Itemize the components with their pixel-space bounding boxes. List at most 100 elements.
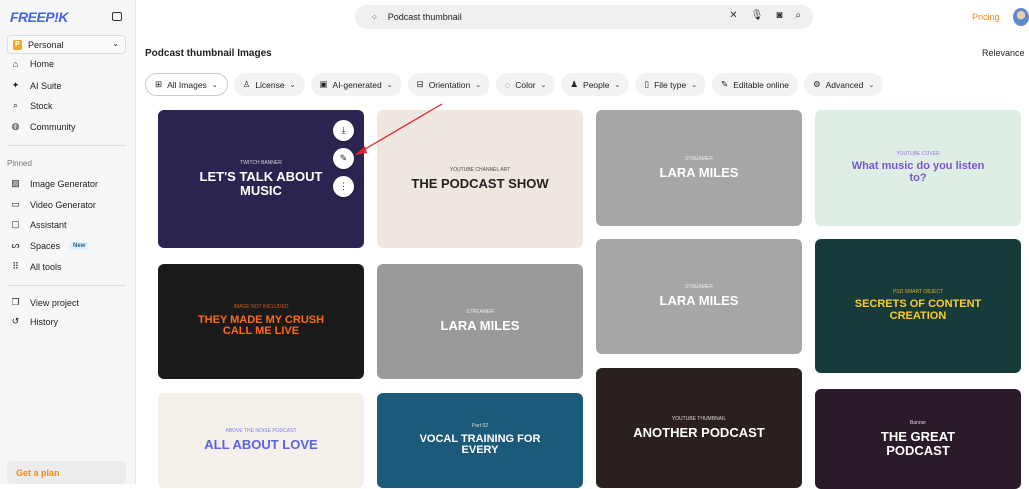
sidebar-item-history[interactable]: ↺ History <box>11 316 58 327</box>
more-options-icon[interactable]: ⋮ <box>333 176 354 197</box>
card-caption: TWITCH BANNER <box>240 159 282 166</box>
filter-color[interactable]: ◌ Color ⌄ <box>496 73 556 96</box>
sidebar: FREEP!K P Personal ⌄ ⌂ Home ✦ AI Suite ⌕ Stock ◍… <box>0 0 136 484</box>
sidebar-item-community[interactable]: ◍ Community <box>11 121 76 132</box>
image-card[interactable]: YOUTUBE THUMBNAIL ANOTHER PODCAST <box>596 368 802 488</box>
sidebar-item-view-project[interactable]: ❐ View project <box>11 297 79 308</box>
image-card[interactable]: Part 02 VOCAL TRAINING FOR EVERY <box>377 393 583 488</box>
filter-icon: ⊟ <box>416 79 424 89</box>
sidebar-item-label: View project <box>30 297 79 308</box>
new-badge: New <box>70 241 89 250</box>
filter-icon: ♙ <box>242 79 251 89</box>
divider <box>7 285 126 286</box>
filter-file-type[interactable]: ▯ File type ⌄ <box>635 73 707 96</box>
card-caption: STREAMER <box>685 284 713 291</box>
history-icon: ↺ <box>11 316 20 326</box>
sidebar-item-label: History <box>30 316 59 327</box>
microphone-icon[interactable]: 🎙 <box>751 10 764 21</box>
sidebar-item-all-tools[interactable]: ⠿ All tools <box>11 261 62 272</box>
card-caption: YOUTUBE CHANNEL ART <box>449 166 511 173</box>
filter-license[interactable]: ♙ License ⌄ <box>233 73 305 96</box>
card-caption: IMAGE NOT INCLUDED <box>233 304 289 311</box>
sidebar-item-video-generator[interactable]: ▭ Video Generator <box>11 199 96 210</box>
filter-label: Orientation <box>428 79 471 90</box>
sidebar-item-label: Assistant <box>30 219 67 230</box>
image-icon: ▨ <box>11 178 20 188</box>
pricing-link[interactable]: Pricing <box>972 12 1000 22</box>
filter-orientation[interactable]: ⊟ Orientation ⌄ <box>407 73 491 96</box>
globe-icon: ◍ <box>11 121 20 131</box>
sidebar-item-image-generator[interactable]: ▨ Image Generator <box>11 178 98 189</box>
image-card[interactable]: STREAMER LARA MILES <box>596 110 802 226</box>
sidebar-item-label: Spaces <box>30 240 61 251</box>
card-caption: YOUTUBE COVER <box>896 150 940 157</box>
collapse-sidebar-icon[interactable] <box>112 12 122 21</box>
project-icon: ❐ <box>11 297 20 307</box>
chat-icon: ▢ <box>11 219 20 229</box>
filter-label: Advanced <box>825 79 864 90</box>
image-search-mode-icon[interactable]: ⁘ <box>371 13 378 22</box>
chevron-down-icon: ⌄ <box>868 81 875 89</box>
filter-label: People <box>583 79 610 90</box>
download-icon[interactable]: ⤓ <box>333 120 354 141</box>
filter-icon: ⚙ <box>812 79 821 89</box>
card-headline: THE PODCAST SHOW <box>411 175 549 191</box>
chevron-down-icon: ⌄ <box>475 81 482 89</box>
image-card[interactable]: YOUTUBE CHANNEL ART THE PODCAST SHOW <box>377 110 583 248</box>
filter-all-images[interactable]: ⊞ All Images ⌄ <box>145 73 228 96</box>
image-card[interactable]: PSD SMART OBJECT SECRETS OF CONTENT CREAT… <box>815 239 1021 373</box>
filter-ai-generated[interactable]: ▣ AI-generated ⌄ <box>310 73 402 96</box>
card-caption: STREAMER <box>466 309 494 316</box>
image-card[interactable]: STREAMER LARA MILES <box>377 264 583 379</box>
sidebar-item-ai-suite[interactable]: ✦ AI Suite <box>11 80 62 91</box>
divider <box>7 145 126 146</box>
avatar[interactable] <box>1013 8 1029 26</box>
filter-label: Editable online <box>733 79 789 90</box>
card-headline: LARA MILES <box>440 318 520 334</box>
filter-advanced[interactable]: ⚙ Advanced ⌄ <box>803 73 884 96</box>
image-card[interactable]: Banner THE GREAT PODCAST <box>815 389 1021 489</box>
card-headline: What music do you listen to? <box>851 160 985 184</box>
image-card[interactable]: STREAMER LARA MILES <box>596 239 802 354</box>
sparkle-icon: ✦ <box>11 80 20 90</box>
filter-people[interactable]: ♟ People ⌄ <box>561 73 630 96</box>
filter-icon: ✎ <box>721 79 729 89</box>
card-headline: ALL ABOUT LOVE <box>204 437 318 453</box>
card-headline: LET'S TALK ABOUT MUSIC <box>199 168 323 198</box>
home-icon: ⌂ <box>12 59 19 69</box>
get-a-plan-button[interactable]: Get a plan <box>7 461 126 484</box>
filter-label: Color <box>515 79 536 90</box>
card-headline: THEY MADE MY CRUSH CALL ME LIVE <box>197 313 325 338</box>
sidebar-item-label: Image Generator <box>30 178 99 189</box>
filter-editable-online[interactable]: ✎ Editable online <box>712 73 798 96</box>
sidebar-item-assistant[interactable]: ▢ Assistant <box>11 219 67 230</box>
grid-icon: ⠿ <box>12 261 19 271</box>
image-card[interactable]: YOUTUBE COVER What music do you listen to… <box>815 110 1021 226</box>
sort-dropdown[interactable]: Relevance <box>982 48 1025 58</box>
image-card[interactable]: IMAGE NOT INCLUDED THEY MADE MY CRUSH CAL… <box>158 264 364 379</box>
card-headline: LARA MILES <box>659 293 739 309</box>
sidebar-item-home[interactable]: ⌂ Home <box>11 59 54 69</box>
sidebar-item-label: All tools <box>30 261 62 272</box>
chevron-down-icon: ⌄ <box>289 81 296 89</box>
card-headline: LARA MILES <box>659 164 739 180</box>
card-caption: PSD SMART OBJECT <box>892 288 944 295</box>
pinned-heading: Pinned <box>7 159 32 168</box>
workspace-selector[interactable]: P Personal ⌄ <box>7 35 126 54</box>
sidebar-item-stock[interactable]: ⌕ Stock <box>11 100 53 111</box>
camera-icon[interactable]: ◙ <box>776 10 782 21</box>
workspace-icon: P <box>13 39 22 50</box>
clear-icon[interactable]: ✕ <box>729 10 737 21</box>
filter-icon: ▯ <box>644 79 650 89</box>
chevron-down-icon: ⌄ <box>211 81 218 89</box>
search-icon[interactable]: ⌕ <box>795 10 801 21</box>
filter-icon: ◌ <box>505 79 511 90</box>
card-caption: STREAMER <box>685 155 713 162</box>
sidebar-item-spaces[interactable]: ᔕ Spaces New <box>11 240 89 251</box>
search-bar[interactable]: ⁘ Podcast thumbnail ✕ 🎙 ◙ ⌕ <box>355 5 813 29</box>
search-input[interactable]: Podcast thumbnail <box>388 12 462 22</box>
image-card[interactable]: ABOVE THE NOISE PODCAST ALL ABOUT LOVE <box>158 393 364 488</box>
edit-brush-icon[interactable]: ✎ <box>333 148 354 169</box>
freepik-logo[interactable]: FREEP!K <box>10 9 68 25</box>
sidebar-item-label: Video Generator <box>30 199 96 210</box>
